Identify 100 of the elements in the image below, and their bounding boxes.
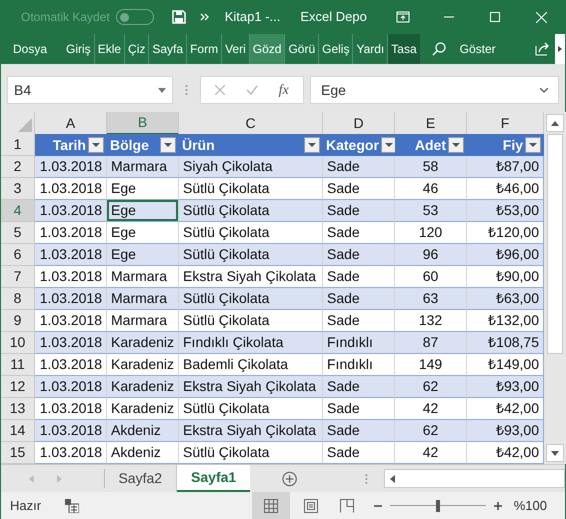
- table-cell[interactable]: Ekstra Siyah Çikolata: [179, 420, 323, 442]
- table-cell[interactable]: Karadeniz: [107, 376, 179, 398]
- formula-field[interactable]: Ege: [310, 76, 559, 104]
- insert-function-button[interactable]: fx: [278, 80, 289, 100]
- table-cell[interactable]: ₺108,75: [467, 332, 544, 354]
- table-cell[interactable]: Fındıklı: [323, 332, 395, 354]
- filter-dropdown-icon[interactable]: [448, 137, 464, 153]
- table-cell[interactable]: 1.03.2018: [35, 442, 107, 464]
- table-cell[interactable]: Sütlü Çikolata: [179, 222, 323, 244]
- table-cell[interactable]: Ege: [107, 222, 179, 244]
- table-cell[interactable]: Sade: [323, 178, 395, 200]
- row-header[interactable]: 5: [1, 222, 35, 244]
- table-cell[interactable]: ₺149,00: [467, 354, 544, 376]
- table-cell[interactable]: 62: [395, 376, 467, 398]
- table-cell[interactable]: Sütlü Çikolata: [179, 244, 323, 266]
- ribbon-display-icon[interactable]: [396, 11, 410, 23]
- table-header-cell[interactable]: Ürün: [179, 134, 323, 156]
- table-cell[interactable]: ₺132,00: [467, 310, 544, 332]
- row-header[interactable]: 6: [1, 244, 35, 266]
- zoom-in-icon[interactable]: [494, 502, 502, 510]
- filter-dropdown-icon[interactable]: [380, 137, 395, 153]
- table-cell[interactable]: Sütlü Çikolata: [179, 200, 323, 222]
- row-header[interactable]: 7: [1, 266, 35, 288]
- add-sheet-icon[interactable]: [282, 470, 298, 486]
- table-cell[interactable]: Fındıklı Çikolata: [179, 332, 323, 354]
- ribbon-tab[interactable]: Sayfa: [148, 34, 186, 64]
- ribbon-tab[interactable]: Görü: [284, 34, 318, 64]
- table-cell[interactable]: Sütlü Çikolata: [179, 442, 323, 464]
- row-header[interactable]: 13: [1, 398, 35, 420]
- table-cell[interactable]: Sütlü Çikolata: [179, 178, 323, 200]
- save-icon[interactable]: [172, 10, 186, 24]
- table-cell[interactable]: Sade: [323, 310, 395, 332]
- column-header[interactable]: B: [107, 112, 179, 135]
- table-cell[interactable]: 87: [395, 332, 467, 354]
- vertical-scrollbar[interactable]: [544, 112, 566, 464]
- table-cell[interactable]: 1.03.2018: [35, 376, 107, 398]
- table-cell[interactable]: 46: [395, 178, 467, 200]
- page-break-icon[interactable]: [340, 498, 354, 512]
- table-cell[interactable]: Marmara: [107, 266, 179, 288]
- table-cell[interactable]: Fındıklı: [323, 354, 395, 376]
- ribbon-tab[interactable]: Çiz: [124, 34, 148, 64]
- table-cell[interactable]: Karadeniz: [107, 354, 179, 376]
- table-cell[interactable]: 1.03.2018: [35, 200, 107, 222]
- row-header[interactable]: 1: [1, 134, 35, 156]
- row-header[interactable]: 12: [1, 376, 35, 398]
- table-cell[interactable]: ₺120,00: [467, 222, 544, 244]
- table-cell[interactable]: Sade: [323, 222, 395, 244]
- table-cell[interactable]: Sade: [323, 156, 395, 178]
- table-cell[interactable]: 132: [395, 310, 467, 332]
- table-cell[interactable]: Siyah Çikolata: [179, 156, 323, 178]
- table-cell[interactable]: ₺93,00: [467, 376, 544, 398]
- close-icon[interactable]: [536, 12, 547, 22]
- table-cell[interactable]: 96: [395, 244, 467, 266]
- table-header-cell[interactable]: Adet: [395, 134, 467, 156]
- filter-dropdown-icon[interactable]: [88, 137, 104, 153]
- table-cell[interactable]: Sade: [323, 420, 395, 442]
- filter-dropdown-icon[interactable]: [160, 137, 176, 153]
- table-cell[interactable]: Sade: [323, 376, 395, 398]
- ribbon-tab[interactable]: Form: [186, 34, 222, 64]
- table-cell[interactable]: ₺93,00: [467, 420, 544, 442]
- row-header[interactable]: 2: [1, 156, 35, 178]
- ribbon-tab[interactable]: Dosya: [7, 34, 54, 64]
- table-cell[interactable]: 1.03.2018: [35, 310, 107, 332]
- filter-dropdown-icon[interactable]: [525, 137, 541, 153]
- table-cell[interactable]: 42: [395, 442, 467, 464]
- table-cell[interactable]: ₺87,00: [467, 156, 544, 178]
- ribbon-tab[interactable]: Giriş: [63, 34, 94, 64]
- table-cell[interactable]: Sade: [323, 266, 395, 288]
- table-cell[interactable]: 1.03.2018: [35, 156, 107, 178]
- maximize-icon[interactable]: [490, 12, 500, 22]
- table-cell[interactable]: 1.03.2018: [35, 332, 107, 354]
- row-header[interactable]: 10: [1, 332, 35, 354]
- autosave-toggle[interactable]: [116, 9, 154, 25]
- table-cell[interactable]: Ekstra Siyah Çikolata: [179, 376, 323, 398]
- table-cell[interactable]: 1.03.2018: [35, 288, 107, 310]
- row-header[interactable]: 15: [1, 442, 35, 464]
- table-cell[interactable]: Ege: [107, 244, 179, 266]
- table-cell[interactable]: ₺53,00: [467, 200, 544, 222]
- table-cell[interactable]: Sade: [323, 442, 395, 464]
- name-box[interactable]: B4: [7, 76, 173, 104]
- ribbon-tab[interactable]: Ekle: [94, 34, 124, 64]
- ribbon-tab[interactable]: Gözd: [248, 34, 284, 64]
- table-header-cell[interactable]: Tarih: [35, 134, 107, 156]
- table-cell[interactable]: Ekstra Siyah Çikolata: [179, 266, 323, 288]
- table-cell[interactable]: Marmara: [107, 288, 179, 310]
- table-cell[interactable]: 149: [395, 354, 467, 376]
- table-header-cell[interactable]: Kategor: [323, 134, 395, 156]
- table-cell[interactable]: ₺96,00: [467, 244, 544, 266]
- more-commands-icon[interactable]: [200, 13, 209, 21]
- row-header[interactable]: 3: [1, 178, 35, 200]
- table-cell[interactable]: Marmara: [107, 156, 179, 178]
- table-cell[interactable]: 1.03.2018: [35, 178, 107, 200]
- table-cell[interactable]: 63: [395, 288, 467, 310]
- table-cell[interactable]: Sütlü Çikolata: [179, 398, 323, 420]
- table-cell[interactable]: Ege: [107, 178, 179, 200]
- ribbon-tab[interactable]: Tasa: [387, 34, 420, 64]
- table-cell[interactable]: Karadeniz: [107, 332, 179, 354]
- dropdown-icon[interactable]: [158, 88, 166, 92]
- row-header[interactable]: 14: [1, 420, 35, 442]
- scroll-up-button[interactable]: [546, 114, 564, 132]
